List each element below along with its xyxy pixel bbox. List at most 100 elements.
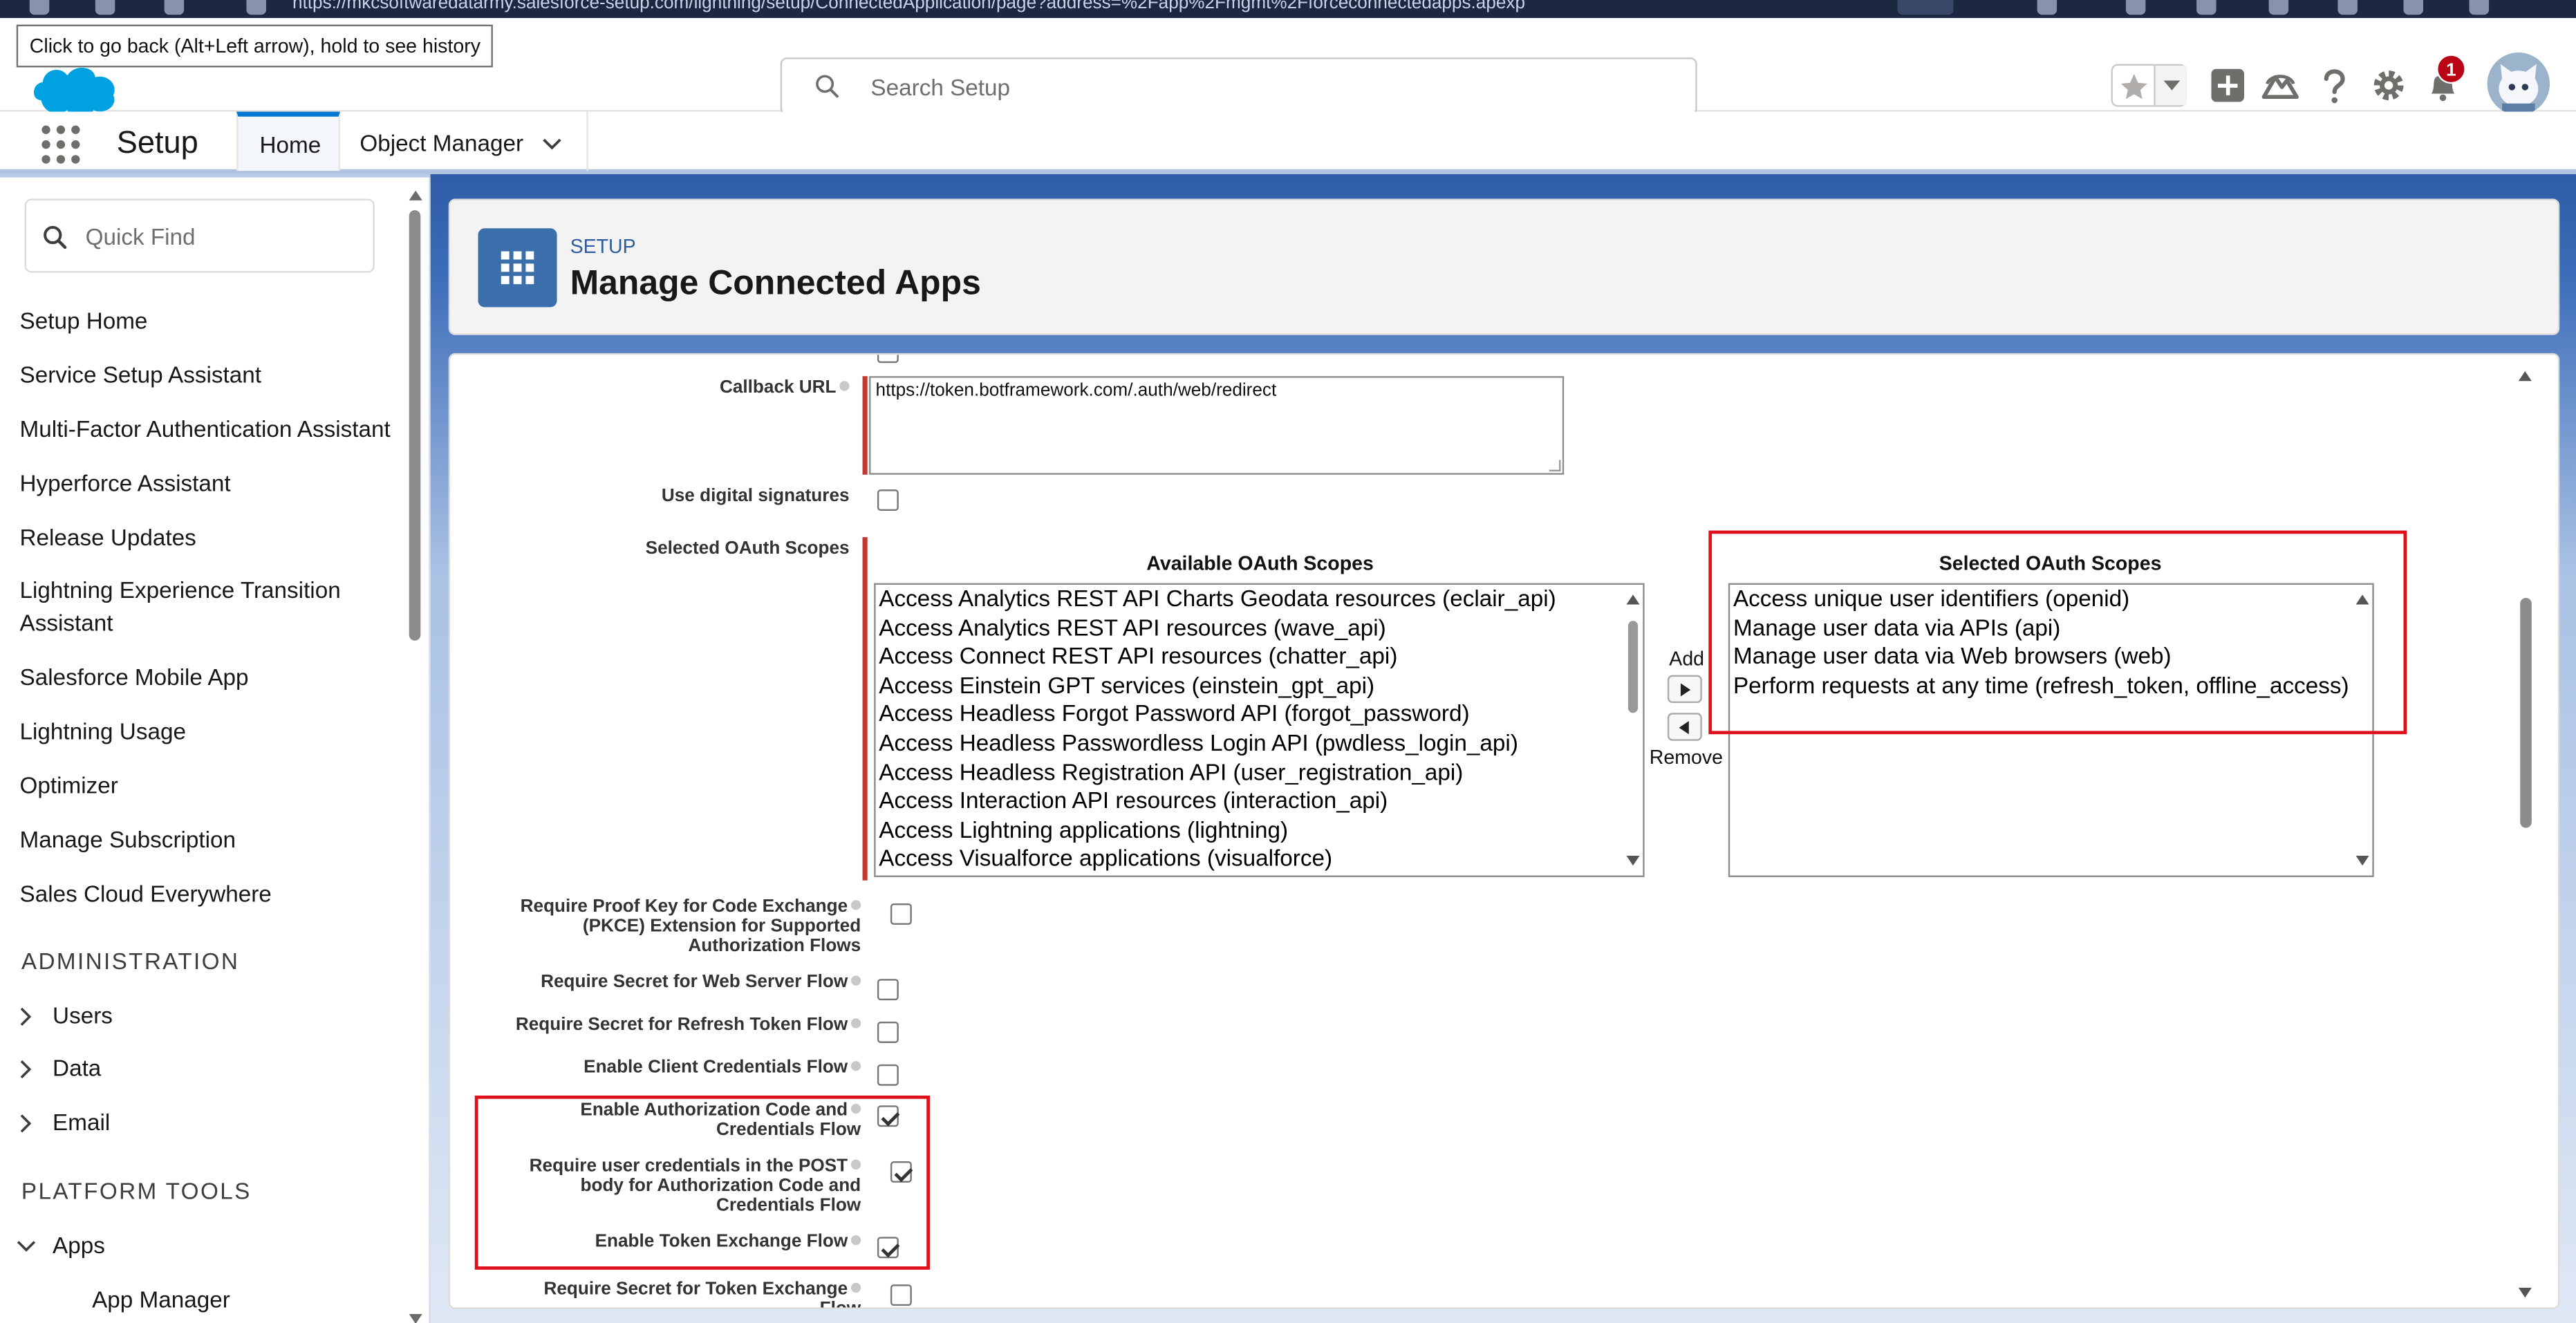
client-credentials-flow-checkbox[interactable] [877, 1064, 899, 1086]
list-item[interactable]: Access Connect REST API resources (chatt… [879, 643, 1397, 672]
tab-home[interactable]: Home [236, 111, 340, 171]
global-search[interactable] [780, 57, 1697, 115]
sidebar-item-manage-subscription[interactable]: Manage Subscription [20, 823, 408, 856]
sidebar-item-lightning-transition-assistant[interactable]: Lightning Experience Transition Assistan… [20, 573, 382, 639]
sidebar-item-setup-home[interactable]: Setup Home [20, 304, 408, 337]
list-item[interactable]: Access Headless Registration API (user_r… [879, 758, 1463, 787]
sidebar-item-sales-cloud-everywhere[interactable]: Sales Cloud Everywhere [20, 877, 408, 910]
back-arrow-icon[interactable] [29, 0, 50, 15]
sidebar-item-lightning-usage[interactable]: Lightning Usage [20, 715, 408, 748]
sidebar-item-service-setup-assistant[interactable]: Service Setup Assistant [20, 358, 408, 391]
list-item[interactable]: Access Headless Forgot Password API (for… [879, 700, 1469, 729]
setup-sidebar: Setup Home Service Setup Assistant Multi… [0, 177, 431, 1323]
quick-find-input[interactable] [82, 220, 362, 253]
help-icon[interactable] [850, 1282, 861, 1293]
content-scrollbar[interactable] [2515, 365, 2535, 1301]
scrollbar-thumb[interactable] [409, 210, 421, 641]
search-input[interactable] [867, 68, 1656, 106]
collections-icon[interactable] [2337, 0, 2358, 15]
scroll-up-arrow-icon[interactable] [409, 190, 422, 200]
secret-web-server-flow-checkbox[interactable] [877, 979, 899, 1001]
reload-icon[interactable] [95, 0, 115, 15]
use-digital-signatures-checkbox[interactable] [877, 489, 899, 512]
help-icon[interactable] [850, 1061, 861, 1071]
sidebar-item-data-label: Data [53, 1054, 102, 1081]
favorites-icon[interactable] [2268, 0, 2289, 15]
sidebar-item-app-manager[interactable]: App Manager [92, 1286, 230, 1313]
sidebar-item-users[interactable]: Users [0, 999, 394, 1035]
scroll-down-arrow-icon[interactable] [1626, 856, 1640, 866]
help-icon[interactable] [850, 900, 861, 910]
help-icon[interactable] [839, 381, 850, 391]
sidebar-item-email[interactable]: Email [0, 1105, 394, 1141]
sidebar-item-apps-label: Apps [53, 1232, 105, 1259]
scroll-down-arrow-icon[interactable] [2518, 1288, 2532, 1298]
help-icon[interactable] [850, 1018, 861, 1029]
previous-field-checkbox[interactable] [877, 355, 899, 364]
back-button-tooltip: Click to go back (Alt+Left arrow), hold … [16, 24, 494, 68]
scrollbar-thumb[interactable] [1627, 621, 1639, 713]
sidebar-item-salesforce-mobile-app[interactable]: Salesforce Mobile App [20, 660, 408, 693]
secret-token-exchange-flow-checkbox[interactable] [890, 1284, 912, 1306]
sidebar-item-mfa-assistant[interactable]: Multi-Factor Authentication Assistant [20, 412, 408, 445]
tab-icon[interactable] [164, 0, 185, 15]
tab-object-manager[interactable]: Object Manager [342, 111, 588, 171]
site-info-icon[interactable] [246, 0, 266, 15]
bookmark-star-icon[interactable] [2037, 0, 2057, 15]
scroll-up-arrow-icon[interactable] [2518, 371, 2532, 382]
sidebar-scrollbar[interactable] [409, 190, 422, 1323]
list-item[interactable]: Access Analytics REST API Charts Geodata… [879, 585, 1556, 614]
list-item[interactable]: Access Einstein GPT services (einstein_g… [879, 671, 1374, 700]
list-item[interactable]: Access Lightning applications (lightning… [879, 816, 1288, 845]
resize-handle-icon[interactable] [1549, 460, 1561, 471]
list-item[interactable]: Access Visualforce applications (visualf… [879, 845, 1332, 874]
remove-label: Remove [1649, 745, 1723, 769]
help-button[interactable] [2311, 62, 2358, 109]
favorite-star-icon[interactable] [2118, 71, 2151, 104]
extensions-icon[interactable] [2125, 0, 2146, 15]
secret-refresh-token-flow-text: Require Secret for Refresh Token Flow [515, 1015, 848, 1035]
chevron-right-icon [20, 1060, 32, 1079]
scroll-down-arrow-icon[interactable] [2355, 856, 2369, 866]
page: https://mkcsoftwaredatarmy.salesforce-se… [0, 0, 2576, 1323]
scroll-down-arrow-icon[interactable] [409, 1314, 422, 1323]
list-item[interactable]: Access Interaction API resources (intera… [879, 787, 1388, 816]
remove-scope-button[interactable] [1667, 713, 1702, 741]
profile-icon[interactable] [2469, 0, 2490, 15]
pkce-checkbox[interactable] [890, 903, 912, 925]
sidebar-item-data[interactable]: Data [0, 1051, 394, 1087]
available-scopes-list[interactable]: Access Analytics REST API Charts Geodata… [874, 583, 1645, 877]
sidebar-item-release-updates[interactable]: Release Updates [20, 520, 408, 554]
chevron-down-icon[interactable] [541, 131, 563, 154]
app-launcher-icon[interactable] [39, 123, 82, 166]
secret-token-exchange-flow-line-2: Flow [819, 1299, 861, 1309]
sidebar-item-hyperforce-assistant[interactable]: Hyperforce Assistant [20, 467, 408, 500]
avatar[interactable] [2487, 53, 2550, 115]
list-item[interactable]: Access Headless Passwordless Login API (… [879, 729, 1518, 758]
scrollbar-thumb[interactable] [2520, 597, 2532, 828]
global-actions-button[interactable] [2205, 62, 2251, 109]
secret-token-exchange-flow-label: Require Secret for Token Exchange Flow [483, 1279, 861, 1309]
oauth-scopes-label: Selected OAuth Scopes [645, 538, 850, 559]
quick-find-box[interactable] [24, 198, 375, 273]
trailhead-button[interactable] [2257, 62, 2304, 109]
setup-gear-button[interactable] [2366, 62, 2412, 109]
app-name: Setup [116, 126, 198, 161]
search-icon[interactable] [1897, 0, 1954, 15]
address-bar[interactable]: https://mkcsoftwaredatarmy.salesforce-se… [292, 0, 1525, 13]
favorites-dropdown-button[interactable] [2154, 66, 2187, 106]
secret-refresh-token-flow-checkbox[interactable] [877, 1022, 899, 1043]
secret-token-exchange-flow-line-1: Require Secret for Token Exchange [543, 1279, 848, 1299]
available-scopes-scrollbar[interactable] [1623, 585, 1643, 876]
scroll-up-arrow-icon[interactable] [1626, 594, 1640, 605]
use-digital-signatures-label: Use digital signatures [661, 486, 850, 506]
downloads-icon[interactable] [2403, 0, 2424, 15]
sidebar-item-optimizer[interactable]: Optimizer [20, 769, 408, 802]
setup-grid-icon [478, 228, 557, 308]
add-scope-button[interactable] [1667, 675, 1702, 704]
help-icon[interactable] [850, 975, 861, 986]
split-screen-icon[interactable] [2196, 0, 2216, 15]
list-item[interactable]: Access Analytics REST API resources (wav… [879, 614, 1385, 643]
callback-url-field[interactable]: https://token.botframework.com/.auth/web… [869, 376, 1565, 475]
sidebar-item-apps[interactable]: Apps [0, 1228, 394, 1264]
